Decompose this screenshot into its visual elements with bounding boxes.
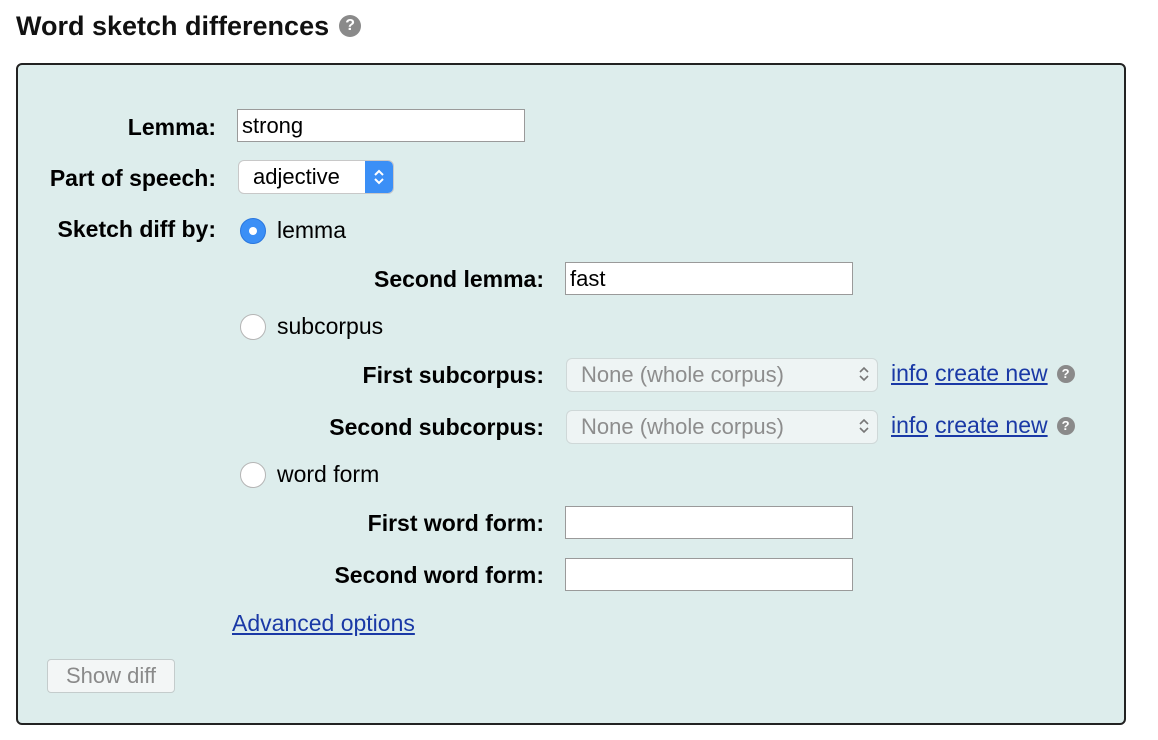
- second-lemma-input[interactable]: [565, 262, 853, 295]
- radio-lemma-label: lemma: [277, 217, 347, 243]
- radio-option-lemma[interactable]: lemma: [240, 217, 346, 244]
- word-sketch-diff-page: Word sketch differences ? Lemma: Part of…: [0, 0, 1158, 740]
- first-subcorpus-info-link[interactable]: info: [891, 360, 928, 387]
- pos-select[interactable]: adjective: [238, 160, 394, 194]
- form-panel: Lemma: Part of speech: adjective Sketch …: [16, 63, 1126, 725]
- second-word-form-input[interactable]: [565, 558, 853, 591]
- chevron-up-down-icon: [851, 365, 877, 385]
- radio-subcorpus-label: subcorpus: [277, 313, 384, 339]
- lemma-input[interactable]: [237, 109, 525, 142]
- show-diff-button[interactable]: Show diff: [47, 659, 175, 693]
- page-title: Word sketch differences: [16, 10, 330, 41]
- radio-subcorpus[interactable]: [240, 313, 266, 340]
- pos-select-value: adjective: [253, 164, 340, 189]
- first-subcorpus-label: First subcorpus:: [362, 362, 544, 388]
- second-subcorpus-value: None (whole corpus): [581, 414, 784, 439]
- second-word-form-label: Second word form:: [334, 562, 544, 588]
- page-heading: Word sketch differences ?: [16, 8, 362, 44]
- help-icon[interactable]: ?: [339, 15, 362, 37]
- pos-label: Part of speech:: [49, 165, 216, 191]
- advanced-options-wrapper: Advanced options: [232, 610, 415, 637]
- radio-option-word-form[interactable]: word form: [240, 461, 379, 488]
- second-lemma-label: Second lemma:: [374, 266, 544, 292]
- second-subcorpus-info-link[interactable]: info: [891, 412, 928, 439]
- chevron-up-down-icon: [851, 417, 877, 437]
- second-subcorpus-links: info create new ?: [891, 412, 1075, 439]
- radio-word-form[interactable]: [240, 461, 266, 488]
- chevron-up-down-icon: [365, 161, 393, 193]
- second-subcorpus-create-link[interactable]: create new: [935, 412, 1048, 439]
- first-subcorpus-create-link[interactable]: create new: [935, 360, 1048, 387]
- help-icon[interactable]: ?: [1056, 364, 1075, 383]
- first-subcorpus-select[interactable]: None (whole corpus): [566, 358, 878, 392]
- second-subcorpus-select[interactable]: None (whole corpus): [566, 410, 878, 444]
- advanced-options-link[interactable]: Advanced options: [232, 610, 415, 636]
- radio-lemma[interactable]: [240, 217, 266, 244]
- radio-word-form-label: word form: [277, 461, 380, 487]
- first-subcorpus-value: None (whole corpus): [581, 362, 784, 387]
- first-word-form-label: First word form:: [367, 510, 544, 536]
- first-subcorpus-links: info create new ?: [891, 360, 1075, 387]
- radio-option-subcorpus[interactable]: subcorpus: [240, 313, 383, 340]
- lemma-label: Lemma:: [127, 114, 216, 140]
- diff-by-label: Sketch diff by:: [57, 216, 216, 242]
- second-subcorpus-label: Second subcorpus:: [329, 414, 544, 440]
- help-icon[interactable]: ?: [1056, 416, 1075, 435]
- first-word-form-input[interactable]: [565, 506, 853, 539]
